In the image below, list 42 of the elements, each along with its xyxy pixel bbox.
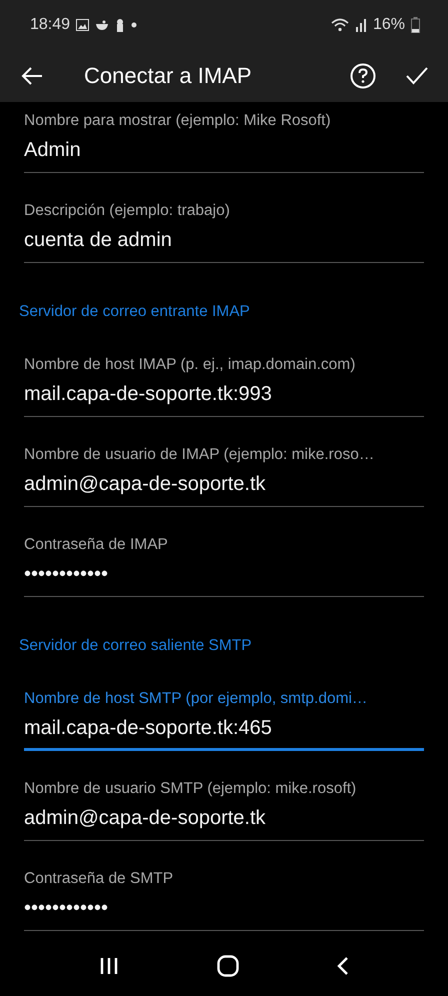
battery-icon	[411, 17, 420, 33]
status-time: 18:49	[30, 16, 70, 34]
input-field[interactable]: Contraseña de IMAP ••••••••••••	[24, 507, 424, 597]
wifi-icon	[330, 18, 349, 32]
input-field[interactable]: Nombre para mostrar (ejemplo: Mike Rosoft) Admin	[24, 102, 424, 173]
back-nav-icon[interactable]	[337, 956, 349, 976]
section-title: Servidor de correo entrante IMAP	[18, 302, 251, 322]
field-label: Nombre de usuario de IMAP (ejemplo: mike.roso…	[24, 446, 376, 464]
keyhole-icon	[115, 18, 126, 32]
input-field[interactable]: Nombre de host IMAP (p. ej., imap.domain.com) mail.capa-de-soporte.tk:993	[24, 327, 424, 417]
field-label: Nombre de host SMTP (por ejemplo, smtp.domi…	[24, 690, 368, 708]
field-label: Contraseña de IMAP	[24, 536, 169, 554]
input-field[interactable]: Nombre de usuario SMTP (ejemplo: mike.rosoft) admin@capa-de-soporte.tk	[24, 751, 424, 841]
field-value: Admin	[24, 139, 82, 162]
dot-icon	[131, 22, 138, 28]
field-value: mail.capa-de-soporte.tk:465	[24, 717, 273, 740]
gallery-icon	[76, 19, 90, 31]
input-field[interactable]: Contraseña de SMTP ••••••••••••	[24, 841, 424, 931]
checkmark-icon[interactable]	[406, 67, 428, 85]
recent-apps-icon[interactable]	[99, 957, 119, 975]
field-value: admin@capa-de-soporte.tk	[24, 807, 267, 830]
input-field[interactable]: Descripción (ejemplo: trabajo) cuenta de admin	[24, 173, 424, 263]
help-icon[interactable]	[350, 63, 376, 89]
input-field[interactable]: Nombre de host SMTP (por ejemplo, smtp.domi… mail.capa-de-soporte.tk:465	[24, 661, 424, 751]
input-field[interactable]: Nombre de usuario de IMAP (ejemplo: mike.roso… admin@capa-de-soporte.tk	[24, 417, 424, 507]
home-icon[interactable]	[217, 955, 239, 977]
field-label: Descripción (ejemplo: trabajo)	[24, 202, 231, 220]
field-value: ••••••••••••	[24, 897, 110, 920]
back-icon[interactable]	[20, 66, 44, 86]
field-value: ••••••••••••	[24, 563, 110, 586]
bowl-icon	[95, 19, 110, 31]
section-title: Servidor de correo saliente SMTP	[18, 636, 253, 656]
signal-icon	[354, 18, 367, 32]
battery-percentage: 16%	[372, 16, 405, 34]
field-value: mail.capa-de-soporte.tk:993	[24, 383, 273, 406]
field-label: Nombre de host IMAP (p. ej., imap.domain.com)	[24, 356, 356, 374]
field-value: admin@capa-de-soporte.tk	[24, 473, 267, 496]
field-label: Nombre de usuario SMTP (ejemplo: mike.rosoft)	[24, 780, 358, 798]
screen-title: Conectar a IMAP	[84, 63, 253, 89]
field-value: cuenta de admin	[24, 229, 173, 252]
field-label: Contraseña de SMTP	[24, 870, 174, 888]
field-label: Nombre para mostrar (ejemplo: Mike Rosoft)	[24, 112, 332, 130]
